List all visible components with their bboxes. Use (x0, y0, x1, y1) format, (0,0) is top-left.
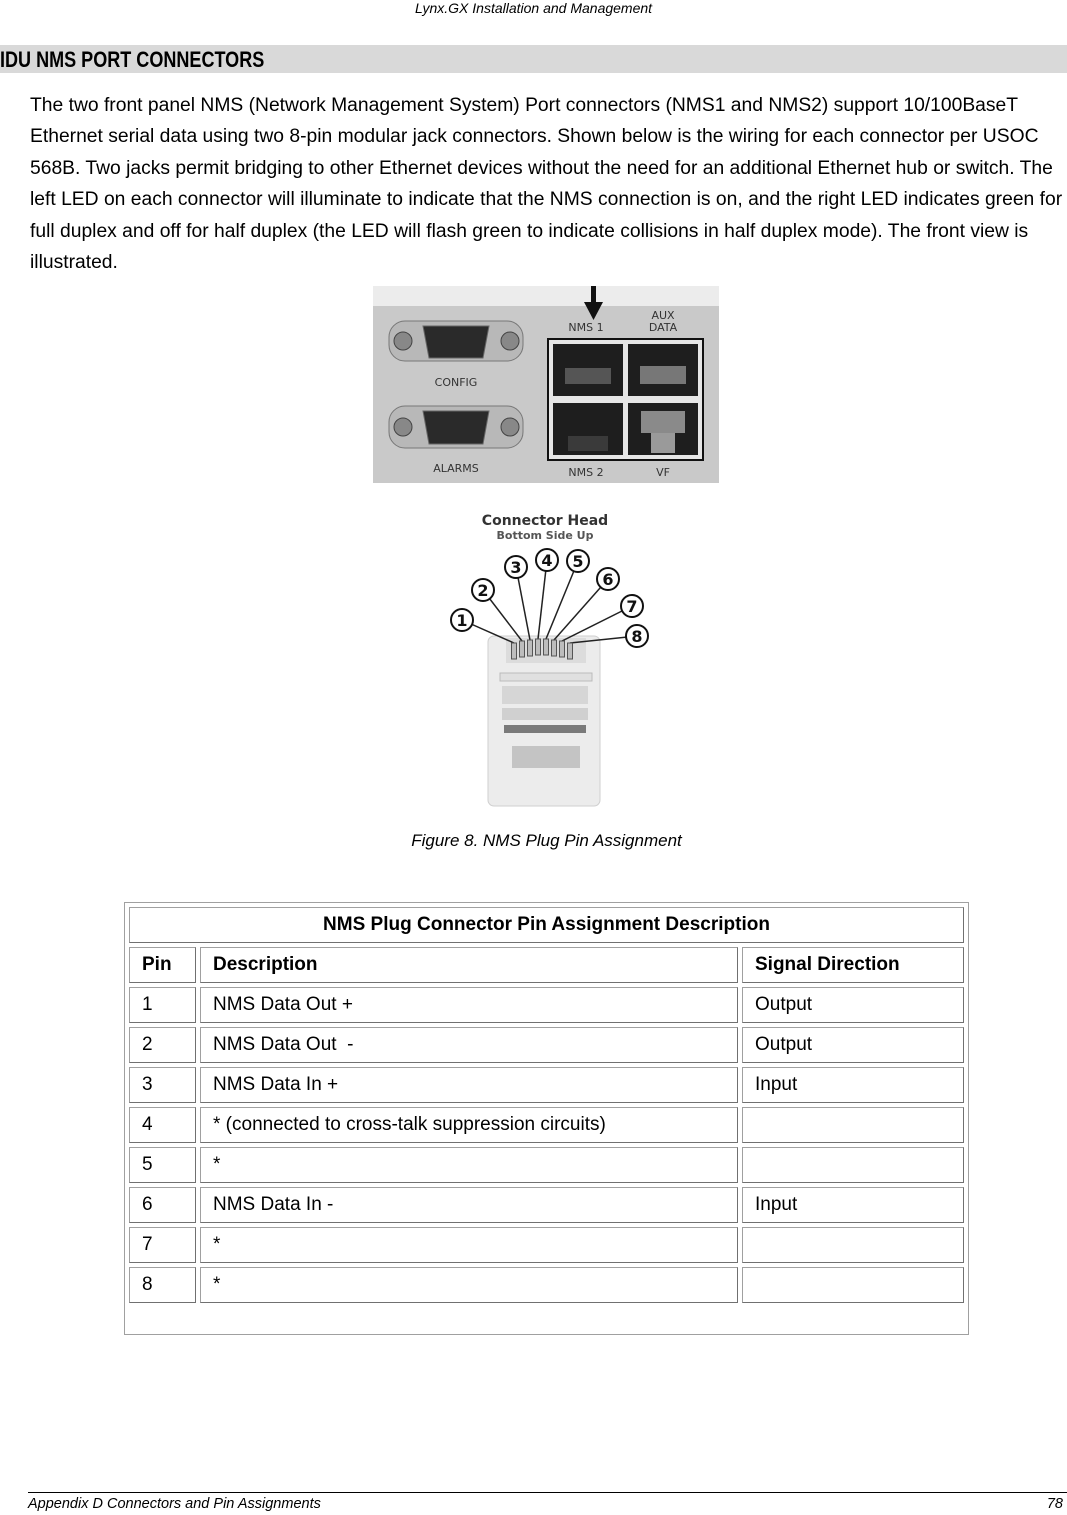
pin-4-number: 4 (541, 551, 552, 570)
column-header-pin: Pin (129, 947, 196, 983)
nms2-jack (553, 403, 623, 455)
nms2-label: NMS 2 (568, 466, 603, 479)
direction-cell (742, 1107, 964, 1143)
alarms-label: ALARMS (433, 462, 479, 475)
pin-cell: 4 (129, 1107, 196, 1143)
direction-cell: Output (742, 1027, 964, 1063)
pin-3-contact (527, 639, 533, 657)
table-row: 6 NMS Data In - Input (129, 1187, 964, 1223)
connector-head-subtitle: Bottom Side Up (497, 529, 594, 542)
pin-6-number: 6 (602, 570, 613, 589)
footer-rule (28, 1492, 1067, 1493)
pin-cell: 7 (129, 1227, 196, 1263)
pin-cell: 5 (129, 1147, 196, 1183)
table-header-row: Pin Description Signal Direction (129, 947, 964, 983)
alarms-db9-connector (388, 405, 524, 449)
pin-cell: 3 (129, 1067, 196, 1103)
front-panel-photo: CONFIG ALARMS NMS 1 AUX DATA NMS 2 VF (373, 286, 719, 483)
pin-table: NMS Plug Connector Pin Assignment Descri… (125, 903, 968, 1307)
front-panel-illustration: CONFIG ALARMS NMS 1 AUX DATA NMS 2 VF (373, 286, 719, 483)
aux-data-jack (628, 344, 698, 396)
table-title-row: NMS Plug Connector Pin Assignment Descri… (129, 907, 964, 943)
section-title: IDU NMS PORT CONNECTORS (0, 47, 265, 72)
table-row: 3 NMS Data In + Input (129, 1067, 964, 1103)
pin-5-number: 5 (572, 552, 583, 571)
pin-4-contact (535, 638, 541, 656)
table-row: 4 * (connected to cross-talk suppression… (129, 1107, 964, 1143)
nms1-jack (553, 344, 623, 396)
config-label: CONFIG (435, 376, 478, 389)
description-cell: * (connected to cross-talk suppression c… (200, 1107, 738, 1143)
description-cell: * (200, 1147, 738, 1183)
table-row: 5 * (129, 1147, 964, 1183)
pin-6-contact (551, 639, 557, 657)
table-row: 8 * (129, 1267, 964, 1303)
pin-cell: 2 (129, 1027, 196, 1063)
description-cell: NMS Data Out - (200, 1027, 738, 1063)
pin-1-number: 1 (456, 611, 467, 630)
footer-section-title: Appendix D Connectors and Pin Assignment… (28, 1496, 321, 1512)
pin-assignment-table: NMS Plug Connector Pin Assignment Descri… (124, 902, 969, 1335)
body-paragraph: The two front panel NMS (Network Managem… (30, 95, 1063, 274)
pin-cell: 1 (129, 987, 196, 1023)
direction-cell: Input (742, 1067, 964, 1103)
rj45-plug-illustration: Connector Head Bottom Side Up 12 3 4 567 8 (450, 513, 649, 807)
pin-7-contact (559, 640, 565, 658)
table-row: 2 NMS Data Out - Output (129, 1027, 964, 1063)
description-cell: * (200, 1267, 738, 1303)
nms1-label: NMS 1 (568, 321, 603, 334)
direction-cell: Output (742, 987, 964, 1023)
table-row: 7 * (129, 1227, 964, 1263)
pin-5-leader-line (545, 560, 579, 640)
pin-cell: 6 (129, 1187, 196, 1223)
pin-3-number: 3 (510, 558, 521, 577)
figure-caption: Figure 8. NMS Plug Pin Assignment (411, 831, 682, 850)
pin-8-number: 8 (631, 627, 642, 646)
direction-cell (742, 1147, 964, 1183)
connector-head-title: Connector Head (482, 513, 608, 529)
pin-1-contact (511, 642, 517, 660)
description-cell: NMS Data Out + (200, 987, 738, 1023)
direction-cell (742, 1227, 964, 1263)
page-number: 78 (1046, 1496, 1063, 1512)
data-label: DATA (649, 321, 678, 334)
table-row: 1 NMS Data Out + Output (129, 987, 964, 1023)
config-db9-connector (388, 320, 524, 362)
description-cell: NMS Data In + (200, 1067, 738, 1103)
column-header-description: Description (200, 947, 738, 983)
pin-5-contact (543, 638, 549, 656)
direction-cell (742, 1267, 964, 1303)
pin-2-contact (519, 640, 525, 658)
running-header: Lynx.GX Installation and Management (414, 0, 653, 16)
description-cell: NMS Data In - (200, 1187, 738, 1223)
connector-head-figure: Connector Head Bottom Side Up 12 3 4 567 8 (440, 508, 660, 813)
vf-label: VF (656, 466, 670, 479)
pin-7-number: 7 (626, 597, 637, 616)
pin-2-number: 2 (477, 581, 488, 600)
description-cell: * (200, 1227, 738, 1263)
pin-cell: 8 (129, 1267, 196, 1303)
vf-jack (628, 403, 698, 455)
table-title: NMS Plug Connector Pin Assignment Descri… (129, 907, 964, 943)
column-header-signal-direction: Signal Direction (742, 947, 964, 983)
pin-8-contact (567, 642, 573, 660)
direction-cell: Input (742, 1187, 964, 1223)
